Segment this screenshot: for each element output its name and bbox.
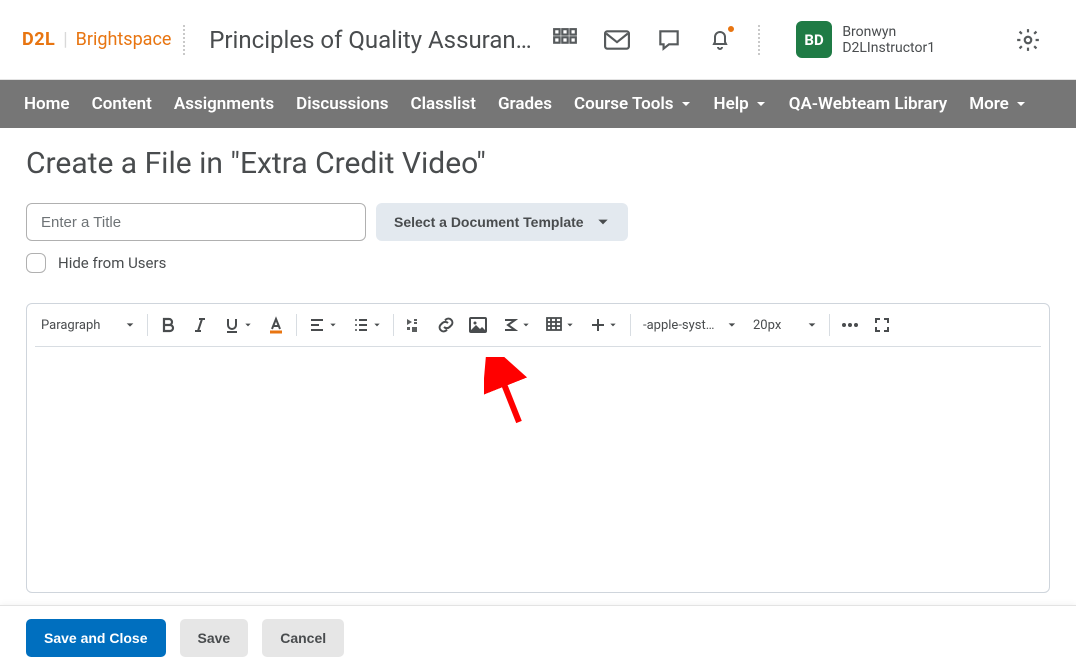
toolbar-separator (630, 314, 631, 336)
select-template-label: Select a Document Template (394, 214, 584, 230)
font-family-select[interactable]: -apple-syste… (635, 310, 745, 340)
nav-library[interactable]: QA-Webteam Library (789, 94, 948, 114)
header-separator-icon (758, 25, 772, 55)
bell-icon[interactable] (706, 26, 734, 54)
chevron-down-icon (566, 321, 574, 329)
logo-brightspace-text: Brightspace (76, 29, 172, 50)
insert-more-button[interactable] (582, 310, 626, 340)
save-button[interactable]: Save (180, 619, 249, 657)
toolbar-separator (829, 314, 830, 336)
chevron-down-icon (373, 321, 381, 329)
chevron-down-icon (329, 321, 337, 329)
title-input[interactable] (26, 203, 366, 241)
text-color-button[interactable] (260, 310, 292, 340)
username-label[interactable]: Bronwyn D2LInstructor1 (842, 24, 990, 56)
italic-button[interactable] (184, 310, 216, 340)
hide-from-users-label: Hide from Users (58, 254, 166, 272)
table-button[interactable] (538, 310, 582, 340)
nav-more[interactable]: More (969, 94, 1027, 114)
avatar[interactable]: BD (796, 21, 832, 58)
toolbar-separator (296, 314, 297, 336)
page-body: Create a File in "Extra Credit Video" Se… (0, 128, 1076, 593)
toolbar-separator (147, 314, 148, 336)
equation-button[interactable] (494, 310, 538, 340)
fullscreen-button[interactable] (866, 310, 898, 340)
global-header: D2L | Brightspace Principles of Quality … (0, 0, 1076, 80)
page-title: Create a File in "Extra Credit Video" (26, 146, 1050, 181)
nav-assignments[interactable]: Assignments (174, 94, 274, 114)
nav-discussions[interactable]: Discussions (296, 94, 388, 114)
select-template-button[interactable]: Select a Document Template (376, 203, 628, 241)
gear-icon[interactable] (1014, 26, 1042, 54)
notification-dot-icon (726, 24, 736, 34)
chevron-down-icon (596, 215, 610, 229)
more-actions-button[interactable] (834, 310, 866, 340)
chevron-down-icon (609, 321, 617, 329)
chevron-down-icon (244, 321, 252, 329)
chat-icon[interactable] (655, 26, 683, 54)
header-separator-icon (183, 25, 197, 55)
mail-icon[interactable] (603, 26, 631, 54)
insert-stuff-button[interactable] (398, 310, 430, 340)
nav-classlist[interactable]: Classlist (411, 94, 476, 114)
logo-d2l-text: D2L (22, 29, 55, 50)
format-select[interactable]: Paragraph (33, 310, 143, 340)
editor-toolbar: Paragraph (27, 304, 1049, 346)
toolbar-separator (393, 314, 394, 336)
rich-text-editor: Paragraph (26, 303, 1050, 593)
list-button[interactable] (345, 310, 389, 340)
image-button[interactable] (462, 310, 494, 340)
editor-content-area[interactable] (27, 347, 1049, 587)
nav-grades[interactable]: Grades (498, 94, 552, 114)
link-button[interactable] (430, 310, 462, 340)
course-title[interactable]: Principles of Quality Assuranc… (209, 26, 539, 54)
cancel-button[interactable]: Cancel (262, 619, 344, 657)
chevron-down-icon (522, 321, 530, 329)
underline-button[interactable] (216, 310, 260, 340)
save-and-close-button[interactable]: Save and Close (26, 619, 166, 657)
hide-from-users-checkbox[interactable] (26, 253, 46, 273)
nav-help[interactable]: Help (714, 94, 767, 114)
course-navbar: Home Content Assignments Discussions Cla… (0, 80, 1076, 128)
nav-course-tools[interactable]: Course Tools (574, 94, 692, 114)
nav-content[interactable]: Content (92, 94, 152, 114)
bold-button[interactable] (152, 310, 184, 340)
align-button[interactable] (301, 310, 345, 340)
chevron-down-icon (125, 320, 135, 330)
font-size-select[interactable]: 20px (745, 310, 825, 340)
footer-actions: Save and Close Save Cancel (0, 606, 1076, 670)
logo-divider: | (63, 29, 67, 50)
nav-home[interactable]: Home (24, 94, 70, 114)
chevron-down-icon (727, 320, 737, 330)
chevron-down-icon (807, 320, 817, 330)
apps-grid-icon[interactable] (552, 26, 580, 54)
